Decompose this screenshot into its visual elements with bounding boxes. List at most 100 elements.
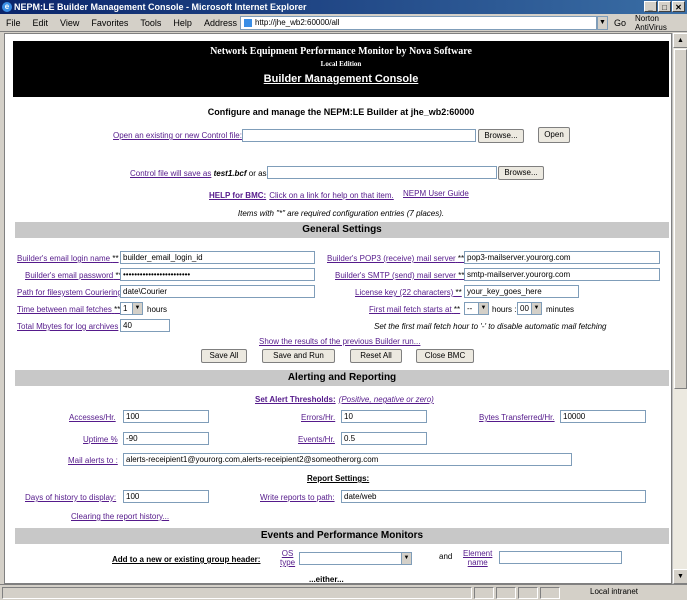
menubar: File Edit View Favorites Tools Help Addr… (0, 14, 687, 32)
reset-all-button[interactable]: Reset All (350, 349, 402, 363)
fs-path-input[interactable] (120, 285, 315, 298)
window-controls: _ □ ✕ (644, 1, 685, 12)
smtp-input[interactable] (464, 268, 660, 281)
statusbar: Local intranet (0, 584, 687, 600)
pop3-label[interactable]: Builder's POP3 (receive) mail server ** (327, 254, 464, 263)
scroll-up-icon[interactable]: ▲ (673, 33, 687, 48)
either-label: ...either... (309, 575, 344, 584)
open-file-input[interactable] (242, 129, 476, 142)
thresholds-line: Set Alert Thresholds: (Positive, negativ… (255, 393, 434, 405)
banner-edition: Local Edition (320, 60, 362, 68)
hours-separator: hours : (492, 305, 517, 314)
events-heading: Events and Performance Monitors (15, 528, 669, 544)
email-login-input[interactable] (120, 251, 315, 264)
email-password-label[interactable]: Builder's email password ** (25, 271, 122, 280)
banner-console[interactable]: Builder Management Console (13, 73, 669, 85)
help-bmc-link[interactable]: HELP for BMC: (209, 191, 266, 200)
events-input[interactable] (341, 432, 427, 445)
save-and-run-button[interactable]: Save and Run (262, 349, 335, 363)
smtp-label[interactable]: Builder's SMTP (send) mail server ** (335, 271, 464, 280)
go-button[interactable]: Go (611, 18, 629, 28)
minutes-unit: minutes (546, 305, 575, 314)
help-line: HELP for BMC: Click on a link for help o… (209, 189, 394, 201)
uptime-label[interactable]: Uptime % (83, 435, 118, 444)
menu-edit[interactable]: Edit (27, 18, 55, 28)
errors-input[interactable] (341, 410, 427, 423)
errors-label[interactable]: Errors/Hr. (301, 413, 335, 422)
menu-file[interactable]: File (0, 18, 27, 28)
browse-open-button[interactable]: Browse... (478, 129, 524, 143)
open-control-file-link[interactable]: Open an existing or new Control file: (113, 131, 242, 140)
clearing-history-link[interactable]: Clearing the report history... (71, 512, 169, 521)
minimize-button[interactable]: _ (644, 1, 657, 12)
save-file-name: test1.bcf (213, 169, 247, 178)
bytes-label[interactable]: Bytes Transferred/Hr. (479, 413, 555, 422)
menu-items: File Edit View Favorites Tools Help (0, 18, 198, 28)
first-fetch-label[interactable]: First mail fetch starts at ** (369, 305, 460, 314)
dropdown-arrow-icon: ▼ (132, 303, 142, 314)
accesses-input[interactable] (123, 410, 209, 423)
accesses-label[interactable]: Accesses/Hr. (69, 413, 116, 422)
report-settings-heading: Report Settings: (307, 474, 370, 483)
license-input[interactable] (464, 285, 579, 298)
email-login-label[interactable]: Builder's email login name ** (17, 254, 119, 263)
address-dropdown-icon[interactable]: ▼ (596, 15, 608, 30)
browse-save-button[interactable]: Browse... (498, 166, 544, 180)
days-history-label[interactable]: Days of history to display: (25, 493, 116, 502)
email-password-input[interactable] (120, 268, 315, 281)
user-guide-link[interactable]: NEPM User Guide (403, 189, 469, 198)
save-all-button[interactable]: Save All (201, 349, 247, 363)
required-note: Items with "*" are required configuratio… (237, 209, 445, 218)
days-history-input[interactable] (123, 490, 209, 503)
address-bar[interactable]: http://jhe_wb2:60000/all (239, 15, 597, 30)
help-text[interactable]: Click on a link for help on that item. (269, 191, 394, 200)
vertical-scrollbar[interactable]: ▲ ▼ (672, 33, 687, 584)
set-thresholds-link[interactable]: Set Alert Thresholds: (255, 395, 336, 404)
status-zone: Local intranet (590, 587, 639, 596)
scroll-down-icon[interactable]: ▼ (673, 569, 687, 584)
pop3-input[interactable] (464, 251, 660, 264)
alerting-heading: Alerting and Reporting (15, 370, 669, 386)
write-path-input[interactable] (341, 490, 646, 503)
menu-favorites[interactable]: Favorites (85, 18, 134, 28)
window-title: NEPM:LE Builder Management Console - Mic… (14, 2, 307, 12)
page-viewport: Network Equipment Performance Monitor by… (4, 33, 672, 584)
menu-view[interactable]: View (54, 18, 85, 28)
element-name-input[interactable] (499, 551, 622, 564)
element-name-link[interactable]: Element name (463, 549, 492, 567)
scroll-thumb[interactable] (674, 49, 687, 389)
control-file-save-link[interactable]: Control file will save as (130, 169, 211, 178)
mbytes-label[interactable]: Total Mbytes for log archives (17, 322, 118, 331)
fetch-interval-select[interactable]: 1 ▼ (120, 302, 143, 315)
thresholds-note: (Positive, negative or zero) (338, 395, 434, 404)
open-button[interactable]: Open (538, 127, 570, 143)
banner-title: Network Equipment Performance Monitor by… (210, 46, 472, 57)
mail-alerts-label[interactable]: Mail alerts to : (68, 456, 118, 465)
add-group-label: Add to a new or existing group header: (112, 555, 261, 564)
bytes-input[interactable] (560, 410, 646, 423)
write-path-label[interactable]: Write reports to path: (260, 493, 335, 502)
os-type-select[interactable]: ▼ (299, 552, 412, 565)
fetch-interval-label[interactable]: Time between mail fetches ** (17, 305, 120, 314)
maximize-button[interactable]: □ (658, 1, 671, 12)
show-results-link[interactable]: Show the results of the previous Builder… (259, 337, 420, 346)
dropdown-arrow-icon: ▼ (478, 303, 488, 314)
first-fetch-minute-select[interactable]: 00 ▼ (517, 302, 542, 315)
dropdown-arrow-icon: ▼ (401, 553, 411, 564)
menu-help[interactable]: Help (167, 18, 198, 28)
fs-path-label[interactable]: Path for filesystem Couriering (17, 288, 122, 297)
mail-alerts-input[interactable] (123, 453, 572, 466)
and-label: and (439, 552, 453, 561)
license-label[interactable]: License key (22 characters) ** (355, 288, 462, 297)
uptime-input[interactable] (123, 432, 209, 445)
menu-tools[interactable]: Tools (134, 18, 167, 28)
save-as-input[interactable] (267, 166, 497, 179)
mbytes-input[interactable] (120, 319, 170, 332)
window-titlebar: e NEPM:LE Builder Management Console - M… (0, 0, 687, 14)
events-label[interactable]: Events/Hr. (298, 435, 335, 444)
close-bmc-button[interactable]: Close BMC (416, 349, 474, 363)
norton-antivirus[interactable]: Norton AntiVirus (635, 14, 687, 32)
os-type-link[interactable]: OS type (280, 549, 295, 567)
close-button[interactable]: ✕ (672, 1, 685, 12)
first-fetch-hour-select[interactable]: -- ▼ (464, 302, 489, 315)
